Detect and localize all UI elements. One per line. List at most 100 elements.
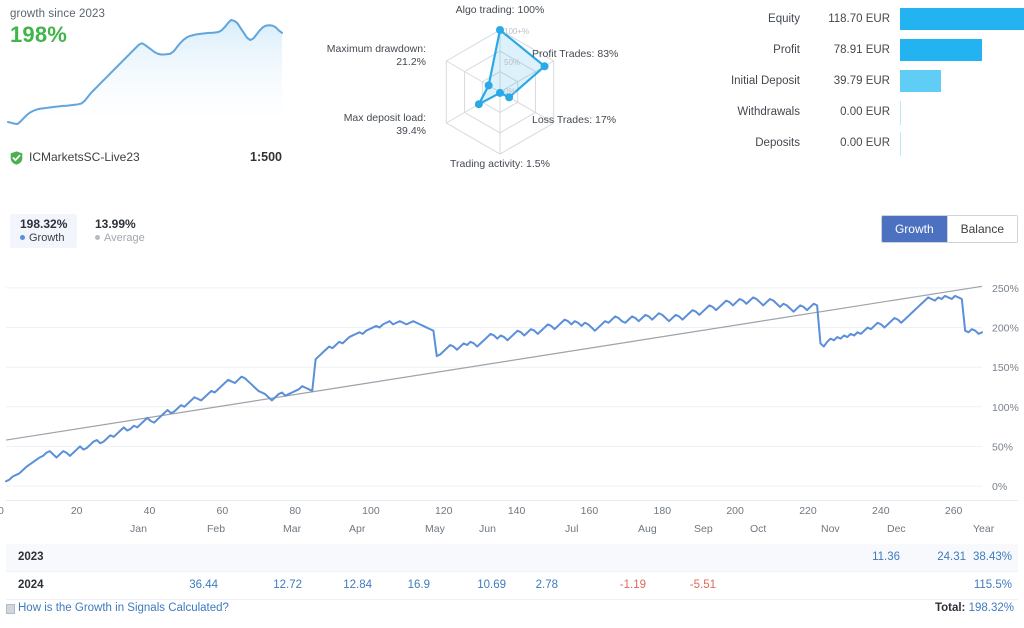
svg-text:200%: 200% [992, 323, 1019, 335]
stat-row: Profit 78.91 EUR [700, 37, 1024, 63]
x-tick-label: 220 [799, 505, 817, 517]
total-value: 198.32% [969, 602, 1014, 614]
growth-chart[interactable]: 0% 50% 100% 150% 200% 250% [0, 268, 1024, 500]
svg-text:250%: 250% [992, 283, 1019, 295]
x-month-label: Jan [130, 523, 147, 535]
stat-bar [900, 70, 941, 92]
x-tick-label: 260 [945, 505, 963, 517]
table-row-year: 2023 [18, 544, 44, 571]
table-row: 202436.4412.7212.8416.910.692.78-1.19-5.… [6, 572, 1018, 600]
x-tick-label: 0 [0, 505, 4, 517]
legend-item-growth[interactable]: 198.32% Growth [10, 214, 77, 248]
table-cell-month: 16.9 [360, 572, 430, 599]
signal-statistics-page: growth since 2023 198% ICMarketsSC-Live2… [0, 0, 1024, 628]
legend-item-average[interactable]: 13.99% Average [85, 214, 155, 248]
broker-server-name: ICMarketsSC-Live23 [29, 150, 140, 164]
table-cell-month: -1.19 [576, 572, 646, 599]
table-cell-year-total: 38.43% [942, 544, 1012, 571]
x-month-label: Jun [479, 523, 496, 535]
stat-bar [900, 101, 901, 125]
stat-bar [900, 132, 901, 156]
stat-label: Deposits [700, 130, 800, 156]
toggle-growth-button[interactable]: Growth [882, 216, 947, 242]
x-tick-label: 160 [581, 505, 599, 517]
table-cell-year-total: 115.5% [942, 572, 1012, 599]
summary-panels: growth since 2023 198% ICMarketsSC-Live2… [0, 0, 1024, 180]
x-month-label: Feb [207, 523, 225, 535]
stat-bar-track [900, 39, 1024, 61]
broker-row: ICMarketsSC-Live23 1:500 [10, 150, 282, 168]
table-cell-month: -5.51 [646, 572, 716, 599]
svg-text:100%: 100% [992, 402, 1019, 414]
radar-label-algo-trading: Algo trading: 100% [420, 4, 580, 17]
x-month-label: Oct [750, 523, 766, 535]
stat-bar-track [900, 70, 1024, 92]
svg-text:100+%: 100+% [504, 27, 529, 36]
toggle-balance-button[interactable]: Balance [948, 216, 1017, 242]
legend-average-name: Average [95, 231, 145, 245]
svg-text:50%: 50% [504, 58, 520, 67]
stat-bar-track [900, 101, 1024, 123]
x-tick-label: 180 [654, 505, 672, 517]
radar-label-loss-trades: Loss Trades: 17% [532, 114, 616, 127]
monthly-growth-table: 202311.3624.3138.43%202436.4412.7212.841… [6, 544, 1018, 600]
stat-row: Deposits 0.00 EUR [700, 130, 1024, 156]
radar-chart-card: 100+% 50% 0% Algo trading: 100% Profit Tra… [300, 0, 700, 180]
svg-text:0%: 0% [992, 481, 1007, 493]
x-month-label: Year [973, 523, 994, 535]
stat-row: Equity 118.70 EUR [700, 6, 1024, 32]
stat-label: Initial Deposit [700, 68, 800, 94]
x-tick-label: 240 [872, 505, 890, 517]
stat-row: Withdrawals 0.00 EUR [700, 99, 1024, 125]
stat-label: Withdrawals [700, 99, 800, 125]
x-month-label: Mar [283, 523, 301, 535]
svg-text:0%: 0% [504, 87, 516, 96]
chart-mode-toggle[interactable]: Growth Balance [881, 215, 1018, 243]
stat-label: Profit [700, 37, 800, 63]
radar-label-profit-trades: Profit Trades: 83% [532, 48, 618, 61]
table-cell-month: 12.72 [232, 572, 302, 599]
legend-average-dot [95, 235, 100, 240]
stat-label: Equity [700, 6, 800, 32]
x-tick-label: 80 [289, 505, 301, 517]
total-growth: Total: 198.32% [935, 602, 1014, 614]
stat-value: 0.00 EUR [808, 99, 890, 125]
svg-text:150%: 150% [992, 362, 1019, 374]
x-month-label: May [425, 523, 445, 535]
x-month-label: Sep [694, 523, 713, 535]
info-box-icon [6, 604, 15, 614]
total-label: Total: [935, 602, 965, 614]
legend-growth-name: Growth [20, 231, 67, 245]
stat-value: 0.00 EUR [808, 130, 890, 156]
stat-value: 78.91 EUR [808, 37, 890, 63]
x-month-label: Apr [349, 523, 365, 535]
shield-check-icon [10, 151, 23, 165]
radar-label-maximum-drawdown: Maximum drawdown: 21.2% [310, 43, 426, 69]
x-month-label: Aug [638, 523, 657, 535]
legend-growth-value: 198.32% [20, 217, 67, 231]
svg-text:50%: 50% [992, 441, 1013, 453]
x-tick-label: 120 [435, 505, 453, 517]
growth-calculation-help-link[interactable]: How is the Growth in Signals Calculated? [18, 602, 229, 614]
x-tick-label: 140 [508, 505, 526, 517]
stat-bar-track [900, 132, 1024, 154]
table-cell-month: 11.36 [830, 544, 900, 571]
stat-value: 118.70 EUR [808, 6, 890, 32]
table-row-year: 2024 [18, 572, 44, 599]
x-tick-label: 40 [144, 505, 156, 517]
growth-summary-card: growth since 2023 198% ICMarketsSC-Live2… [0, 0, 300, 180]
chart-x-axis: 020406080100120140160180200220240260JanF… [0, 500, 1024, 540]
chart-footer: How is the Growth in Signals Calculated?… [6, 600, 1018, 622]
legend-growth-dot [20, 235, 25, 240]
x-tick-label: 60 [217, 505, 229, 517]
leverage-value: 1:500 [250, 150, 282, 164]
stat-row: Initial Deposit 39.79 EUR [700, 68, 1024, 94]
stat-value: 39.79 EUR [808, 68, 890, 94]
table-cell-month: 2.78 [488, 572, 558, 599]
account-stats-card: Equity 118.70 EUR Profit 78.91 EUR Initial D… [700, 0, 1024, 170]
radar-label-maximum-drawdown-text: Maximum drawdown: 21.2% [327, 43, 426, 68]
table-row: 202311.3624.3138.43% [6, 544, 1018, 572]
x-month-label: Jul [565, 523, 578, 535]
x-tick-label: 20 [71, 505, 83, 517]
x-tick-label: 200 [726, 505, 744, 517]
